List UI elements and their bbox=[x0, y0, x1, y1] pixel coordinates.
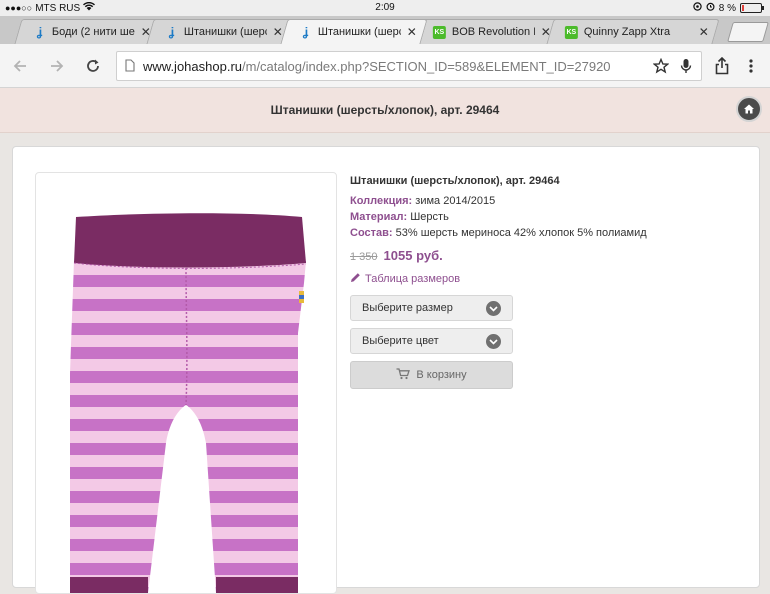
composition-value: 53% шерсть мериноса 42% хлопок 5% полиам… bbox=[392, 227, 647, 239]
star-icon[interactable] bbox=[652, 57, 670, 79]
chevron-down-icon bbox=[486, 334, 501, 349]
tab-title: Штанишки (шерсть bbox=[183, 26, 267, 38]
size-table-link[interactable]: Таблица размеров bbox=[350, 272, 740, 286]
arrow-right-icon bbox=[51, 60, 64, 72]
composition-label: Состав: bbox=[350, 227, 393, 239]
material-label: Материал: bbox=[350, 211, 408, 223]
material-value: Шерсть bbox=[407, 211, 449, 223]
close-icon[interactable]: ✕ bbox=[407, 25, 417, 39]
tab-3-active[interactable]: ʝ Штанишки (шерсть ✕ bbox=[280, 19, 428, 44]
color-select[interactable]: Выберите цвет bbox=[350, 328, 513, 354]
johashop-icon: ʝ bbox=[36, 25, 43, 39]
back-button[interactable] bbox=[9, 55, 31, 77]
tab-title: Боди (2 нити шерсть bbox=[51, 26, 135, 38]
tab-1[interactable]: ʝ Боди (2 нити шерсть ✕ bbox=[14, 19, 162, 44]
reload-button[interactable] bbox=[82, 55, 104, 77]
price-row: 1 350 1055 руб. bbox=[350, 248, 740, 263]
url-path: /m/catalog/index.php?SECTION_ID=589&ELEM… bbox=[242, 59, 611, 74]
size-select-label: Выберите размер bbox=[362, 302, 453, 314]
johashop-icon: ʝ bbox=[168, 25, 175, 39]
product-image[interactable] bbox=[35, 172, 337, 594]
browser-toolbar: www.johashop.ru/m/catalog/index.php?SECT… bbox=[0, 44, 770, 88]
composition-row: Состав: 53% шерсть мериноса 42% хлопок 5… bbox=[350, 227, 740, 239]
size-select[interactable]: Выберите размер bbox=[350, 295, 513, 321]
product-name: Штанишки (шерсть/хлопок), арт. 29464 bbox=[350, 175, 560, 187]
old-price: 1 350 bbox=[350, 251, 378, 263]
cart-button-label: В корзину bbox=[416, 369, 467, 381]
battery-icon bbox=[740, 3, 764, 13]
product-card: Штанишки (шерсть/хлопок), арт. 29464 Кол… bbox=[12, 146, 760, 594]
color-select-label: Выберите цвет bbox=[362, 335, 439, 347]
address-bar[interactable]: www.johashop.ru/m/catalog/index.php?SECT… bbox=[116, 51, 702, 81]
ks-icon: KS bbox=[432, 25, 446, 39]
johashop-icon: ʝ bbox=[302, 25, 309, 39]
page-icon bbox=[125, 59, 135, 77]
tab-2[interactable]: ʝ Штанишки (шерсть ✕ bbox=[146, 19, 294, 44]
collection-value: зима 2014/2015 bbox=[412, 195, 496, 207]
forward-button[interactable] bbox=[46, 55, 68, 77]
page-header: Штанишки (шерсть/хлопок), арт. 29464 bbox=[0, 88, 770, 133]
url-host: www.johashop.ru bbox=[143, 59, 242, 74]
new-tab-button[interactable] bbox=[727, 22, 769, 42]
tab-strip: ʝ Боди (2 нити шерсть ✕ ʝ Штанишки (шерс… bbox=[0, 16, 770, 44]
collection-label: Коллекция: bbox=[350, 195, 413, 207]
url-text: www.johashop.ru/m/catalog/index.php?SECT… bbox=[143, 59, 611, 74]
clock: 2:09 bbox=[375, 2, 395, 13]
chevron-down-icon bbox=[486, 301, 501, 316]
new-price: 1055 руб. bbox=[383, 248, 443, 263]
microphone-icon[interactable] bbox=[680, 58, 692, 80]
more-vert-icon bbox=[749, 59, 753, 73]
share-button[interactable] bbox=[711, 55, 733, 77]
size-table-label: Таблица размеров bbox=[365, 273, 461, 285]
tab-title: Quinny Zapp Xtra bbox=[583, 26, 671, 38]
arrow-left-icon bbox=[13, 60, 26, 72]
alarm-icon bbox=[706, 2, 715, 14]
product-details: Штанишки (шерсть/хлопок), арт. 29464 Кол… bbox=[350, 175, 740, 389]
status-bar: ●●●○○ MTS RUS 2:09 8 % bbox=[0, 0, 770, 16]
home-icon bbox=[744, 104, 754, 114]
reload-icon bbox=[87, 59, 99, 72]
tab-title: BOB Revolution Pro bbox=[451, 26, 535, 38]
share-icon bbox=[715, 57, 729, 75]
pencil-icon bbox=[350, 272, 361, 286]
tab-4[interactable]: KS BOB Revolution Pro ✕ bbox=[414, 19, 562, 44]
material-row: Материал: Шерсть bbox=[350, 211, 740, 223]
tab-title: Штанишки (шерсть bbox=[317, 26, 401, 38]
home-button[interactable] bbox=[736, 96, 762, 122]
tab-5[interactable]: KS Quinny Zapp Xtra ✕ bbox=[546, 19, 720, 44]
menu-button[interactable] bbox=[740, 55, 762, 77]
ks-icon: KS bbox=[564, 25, 578, 39]
location-icon bbox=[693, 2, 702, 14]
page-title: Штанишки (шерсть/хлопок), арт. 29464 bbox=[270, 103, 500, 117]
add-to-cart-button[interactable]: В корзину bbox=[350, 361, 513, 389]
cart-icon bbox=[396, 367, 411, 383]
battery-percent: 8 % bbox=[718, 2, 736, 14]
collection-row: Коллекция: зима 2014/2015 bbox=[350, 195, 740, 207]
close-icon[interactable]: ✕ bbox=[699, 25, 709, 39]
